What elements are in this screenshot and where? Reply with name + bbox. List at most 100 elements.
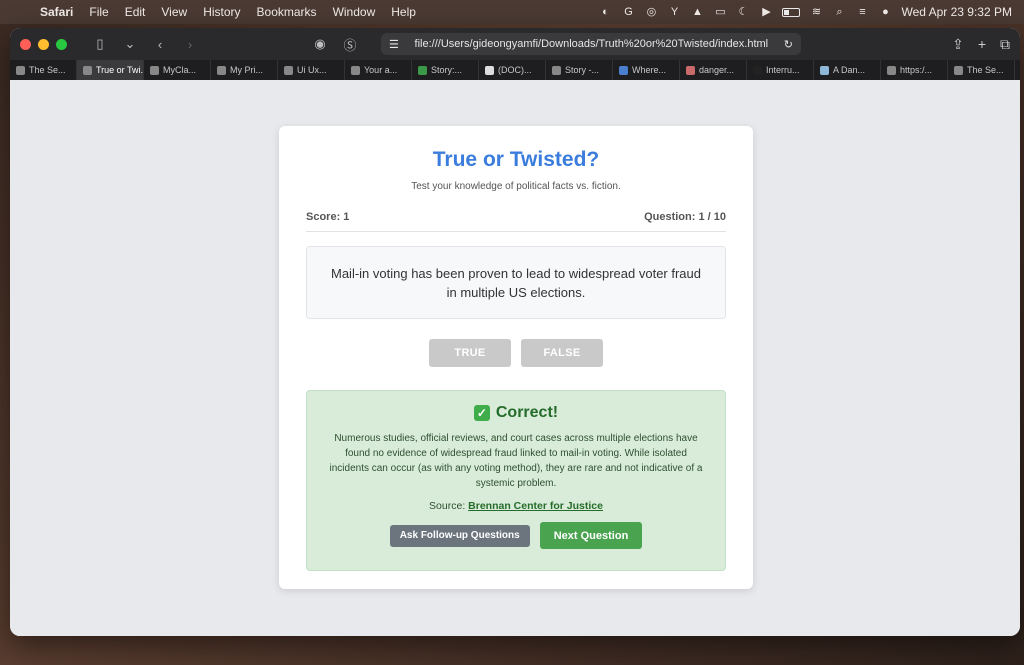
source-link[interactable]: Brennan Center for Justice: [468, 500, 603, 512]
zoom-window-button[interactable]: [56, 38, 67, 50]
tab-label: The Se...: [29, 65, 66, 75]
tab-label: Story -...: [565, 65, 600, 75]
info-favicon-icon: [284, 65, 293, 75]
address-bar[interactable]: ☰ file:///Users/gideongyamfi/Downloads/T…: [381, 33, 801, 55]
menu-edit[interactable]: Edit: [117, 5, 154, 19]
play-icon[interactable]: ▶: [759, 6, 773, 18]
tab-bar: The Se... True or Twi... MyCla... My Pri…: [10, 60, 1020, 80]
tab-item[interactable]: Story:...: [412, 60, 479, 80]
tab-item[interactable]: Your a...: [345, 60, 412, 80]
close-window-button[interactable]: [20, 38, 31, 50]
academia-favicon-icon: [485, 65, 494, 75]
tab-item[interactable]: MyCla...: [144, 60, 211, 80]
sidebar-toggle-icon[interactable]: ▯: [89, 36, 111, 52]
focus-moon-icon[interactable]: ☾: [736, 6, 750, 18]
menu-window[interactable]: Window: [325, 5, 384, 19]
check-mark-icon: ✓: [473, 405, 490, 421]
story-favicon-icon: [418, 65, 427, 75]
privacy-shield-icon[interactable]: ◉: [309, 36, 331, 52]
page-settings-icon[interactable]: ☰: [389, 38, 399, 51]
siri-icon[interactable]: ●: [878, 6, 892, 18]
quiz-card: True or Twisted? Test your knowledge of …: [279, 126, 753, 589]
menu-file[interactable]: File: [81, 5, 116, 19]
tab-label: Story:...: [431, 65, 463, 75]
wifi-icon[interactable]: ≋: [809, 6, 823, 18]
tab-label: My Pri...: [230, 65, 263, 75]
page-favicon-icon: [217, 65, 226, 75]
tab-label: MyCla...: [163, 65, 197, 75]
app-menu-safari[interactable]: Safari: [32, 5, 81, 19]
tab-label: The Se...: [967, 65, 1004, 75]
compass-favicon-icon: [16, 65, 25, 75]
toolbar-right-tools: ⇪ + ⧉: [952, 36, 1010, 53]
question-statement: Mail-in voting has been proven to lead t…: [331, 265, 701, 300]
feedback-heading: ✓ Correct!: [329, 404, 703, 422]
page-favicon-icon: [820, 65, 829, 75]
new-tab-plus-icon[interactable]: +: [978, 36, 986, 53]
menu-view[interactable]: View: [153, 5, 195, 19]
back-arrow-icon[interactable]: ‹: [149, 37, 171, 52]
page-favicon-icon: [150, 65, 159, 75]
feedback-explanation: Numerous studies, official reviews, and …: [329, 433, 703, 489]
reload-icon[interactable]: ↻: [784, 38, 793, 51]
tab-item[interactable]: (DOC)...: [479, 60, 546, 80]
tab-item[interactable]: Story -...: [546, 60, 613, 80]
true-button[interactable]: TRUE: [429, 339, 511, 367]
question-counter: Question: 1 / 10: [644, 211, 726, 223]
tab-item[interactable]: Ui Ux...: [278, 60, 345, 80]
safari-window: ▯ ⌄ ‹ › ◉ Ⓢ ☰ file:///Users/gideongyamfi…: [10, 28, 1020, 636]
tab-overview-icon[interactable]: ⧉: [1000, 36, 1010, 53]
share-icon[interactable]: ⇪: [952, 36, 964, 53]
forward-arrow-icon[interactable]: ›: [179, 37, 201, 52]
page-viewport: True or Twisted? Test your knowledge of …: [10, 80, 1020, 636]
menu-extras: ◐ G ◎ Y ▲ ▭ ☾ ▶ ≋ ⌕ ≡ ● Wed Apr 23 9:32 …: [598, 5, 1024, 19]
score-bar: Score: 1 Question: 1 / 10: [306, 211, 726, 232]
spotlight-search-icon[interactable]: ⌕: [832, 6, 846, 18]
menu-help[interactable]: Help: [383, 5, 424, 19]
tray-menu-icon[interactable]: ◎: [644, 6, 658, 18]
menu-history[interactable]: History: [195, 5, 248, 19]
tab-item[interactable]: danger...: [680, 60, 747, 80]
battery-icon[interactable]: [782, 7, 801, 17]
tab-item[interactable]: https:/...: [881, 60, 948, 80]
tab-item[interactable]: The Se...: [10, 60, 77, 80]
chevron-down-icon[interactable]: ⌄: [119, 36, 141, 52]
menu-clock[interactable]: Wed Apr 23 9:32 PM: [901, 5, 1012, 19]
tab-item[interactable]: My Pri...: [211, 60, 278, 80]
source-prefix: Source:: [429, 500, 466, 512]
tab-item[interactable]: Where...: [613, 60, 680, 80]
display-icon[interactable]: ▭: [713, 6, 727, 18]
tray-tool-icon[interactable]: Y: [667, 6, 681, 18]
url-text[interactable]: file:///Users/gideongyamfi/Downloads/Tru…: [399, 38, 784, 50]
tab-item[interactable]: A Dan...: [814, 60, 881, 80]
tab-label: A Dan...: [833, 65, 866, 75]
ask-follow-up-button[interactable]: Ask Follow-up Questions: [389, 524, 530, 547]
quiz-title: True or Twisted?: [432, 148, 600, 171]
menu-bookmarks[interactable]: Bookmarks: [249, 5, 325, 19]
compass-favicon-icon: [954, 65, 963, 75]
feedback-heading-text: Correct!: [495, 404, 559, 421]
answer-buttons: TRUE FALSE: [306, 339, 726, 367]
feedback-source: Source: Brennan Center for Justice: [329, 500, 703, 512]
tray-app-icon[interactable]: ◐: [598, 6, 612, 18]
browser-toolbar: ▯ ⌄ ‹ › ◉ Ⓢ ☰ file:///Users/gideongyamfi…: [10, 28, 1020, 60]
tab-item-active[interactable]: True or Twi...: [77, 60, 144, 80]
tab-label: Your a...: [364, 65, 398, 75]
control-center-icon[interactable]: ≡: [855, 6, 869, 18]
page-favicon-icon: [686, 65, 695, 75]
page-favicon-icon: [351, 65, 360, 75]
quiz-subtitle: Test your knowledge of political facts v…: [411, 181, 621, 192]
extension-icon[interactable]: Ⓢ: [339, 35, 361, 54]
grammarly-icon[interactable]: G: [621, 6, 635, 18]
tab-item[interactable]: The Se...: [948, 60, 1015, 80]
minimize-window-button[interactable]: [38, 38, 49, 50]
tab-label: True or Twi...: [96, 65, 144, 75]
next-question-button[interactable]: Next Question: [539, 522, 643, 549]
tab-label: (DOC)...: [498, 65, 532, 75]
score-display: Score: 1: [306, 211, 350, 223]
tab-label: danger...: [699, 65, 735, 75]
tab-item[interactable]: Interru...: [747, 60, 814, 80]
tray-upload-icon[interactable]: ▲: [690, 6, 704, 18]
page-favicon-icon: [619, 65, 628, 75]
false-button[interactable]: FALSE: [521, 339, 603, 367]
